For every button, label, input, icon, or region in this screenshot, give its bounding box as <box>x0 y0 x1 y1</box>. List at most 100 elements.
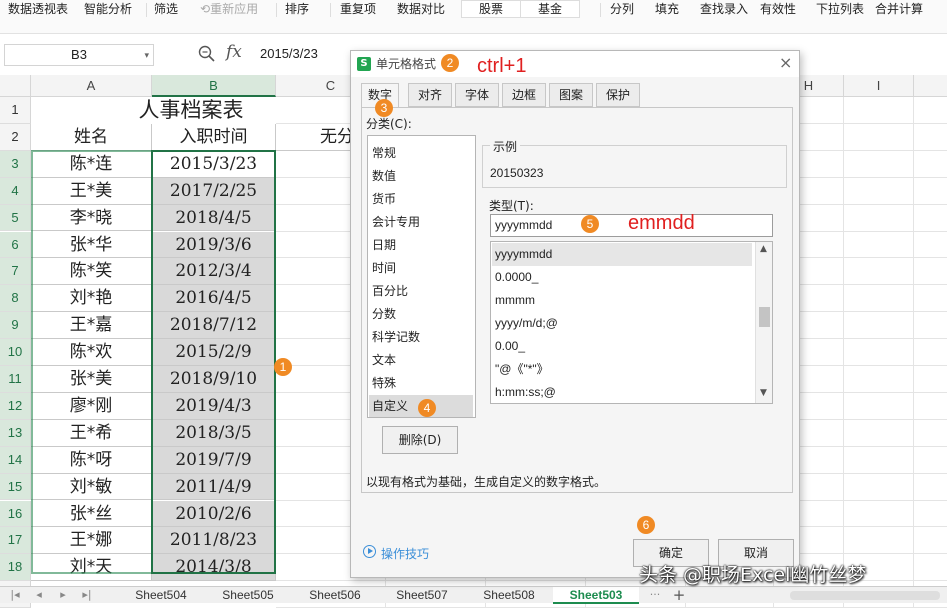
validation-button[interactable]: 有效性 <box>760 0 796 18</box>
more-sheets-icon[interactable]: ··· <box>646 587 664 604</box>
row-header-18[interactable]: 18 <box>0 554 31 582</box>
category-list[interactable]: 常规 数值 货币 会计专用 日期 时间 百分比 分数 科学记数 文本 特殊 自定… <box>367 135 476 418</box>
last-sheet-icon[interactable]: ▸| <box>78 587 96 604</box>
dropdown-list-button[interactable]: 下拉列表 <box>816 0 864 18</box>
row-header-7[interactable]: 7 <box>0 258 31 286</box>
sheet-tab[interactable]: Sheet505 <box>205 587 291 604</box>
category-item[interactable]: 日期 <box>372 234 396 257</box>
tab-border[interactable]: 边框 <box>502 83 546 107</box>
select-all-corner[interactable] <box>0 75 31 97</box>
category-item[interactable]: 常规 <box>372 142 396 165</box>
pivot-table-button[interactable]: 数据透视表 <box>8 0 68 18</box>
format-item[interactable]: mmmm <box>495 289 535 312</box>
stock-button[interactable]: 股票 <box>461 0 521 18</box>
header-cell-name[interactable]: 姓名 <box>31 123 152 151</box>
format-item[interactable]: 0.0000_ <box>495 266 538 289</box>
sort-button[interactable]: 排序 <box>285 0 309 18</box>
scroll-up-icon[interactable]: ▲ <box>760 244 767 254</box>
row-header-8[interactable]: 8 <box>0 285 31 313</box>
category-item[interactable]: 时间 <box>372 257 396 280</box>
reapply-button[interactable]: ⟲重新应用 <box>200 0 258 18</box>
format-item[interactable]: yyyy/m/d;@ <box>495 312 558 335</box>
format-item[interactable]: "@《"*"》 <box>495 358 549 381</box>
category-item[interactable]: 科学记数 <box>372 326 420 349</box>
lookup-entry-button[interactable]: 查找录入 <box>700 0 748 18</box>
add-sheet-icon[interactable]: + <box>670 587 688 604</box>
step-badge: 3 <box>375 99 393 117</box>
zoom-icon[interactable] <box>198 45 216 63</box>
category-item[interactable]: 特殊 <box>372 372 396 395</box>
sheet-tab[interactable]: Sheet508 <box>466 587 552 604</box>
first-sheet-icon[interactable]: |◂ <box>6 587 24 604</box>
row-header-10[interactable]: 10 <box>0 339 31 366</box>
row-header-14[interactable]: 14 <box>0 446 31 474</box>
column-header-b[interactable]: B <box>152 75 276 97</box>
row-header-5[interactable]: 5 <box>0 204 31 232</box>
delete-button[interactable]: 删除(D) <box>382 426 458 454</box>
row-header-6[interactable]: 6 <box>0 231 31 259</box>
row-header-4[interactable]: 4 <box>0 177 31 205</box>
next-sheet-icon[interactable]: ▸ <box>54 587 72 604</box>
category-item[interactable]: 会计专用 <box>372 211 420 234</box>
dialog-titlebar[interactable]: S 单元格格式 × <box>351 51 799 77</box>
category-label: 分类(C): <box>366 117 412 131</box>
row-header-13[interactable]: 13 <box>0 419 31 447</box>
category-item[interactable]: 分数 <box>372 303 396 326</box>
prev-sheet-icon[interactable]: ◂ <box>30 587 48 604</box>
sheet-tab[interactable]: Sheet507 <box>379 587 465 604</box>
tab-pattern[interactable]: 图案 <box>549 83 593 107</box>
category-item[interactable]: 百分比 <box>372 280 408 303</box>
row-header-2[interactable]: 2 <box>0 123 31 151</box>
fx-icon[interactable]: fx <box>226 42 242 62</box>
category-item[interactable]: 文本 <box>372 349 396 372</box>
tips-link[interactable]: 操作技巧 <box>381 545 429 562</box>
tab-alignment[interactable]: 对齐 <box>408 83 452 107</box>
category-item[interactable]: 货币 <box>372 188 396 211</box>
format-list-scrollbar[interactable]: ▲ ▼ <box>755 242 772 403</box>
row-header-16[interactable]: 16 <box>0 500 31 528</box>
format-item[interactable]: 0.00_ <box>495 335 525 358</box>
row-header-15[interactable]: 15 <box>0 473 31 501</box>
row-header-3[interactable]: 3 <box>0 150 31 178</box>
header-cell-date[interactable]: 入职时间 <box>152 123 276 151</box>
step-badge: 5 <box>581 215 599 233</box>
filter-button[interactable]: 筛选 <box>154 0 178 18</box>
step-badge: 6 <box>637 516 655 534</box>
column-header-a[interactable]: A <box>31 75 152 97</box>
scroll-down-icon[interactable]: ▼ <box>760 388 767 398</box>
row-header-9[interactable]: 9 <box>0 312 31 340</box>
fill-button[interactable]: 填充 <box>655 0 679 18</box>
step-badge: 1 <box>274 358 292 376</box>
row-header-1[interactable]: 1 <box>0 97 31 124</box>
grid-line <box>843 97 844 608</box>
sheet-tab-bar: |◂ ◂ ▸ ▸| Sheet504 Sheet505 Sheet506 She… <box>0 586 947 604</box>
format-item[interactable]: h:mm:ss;@ <box>495 381 556 403</box>
selection-border <box>151 150 276 574</box>
sheet-title-cell[interactable]: 人事档案表 <box>31 97 351 124</box>
chevron-down-icon: ▾ <box>144 50 149 60</box>
close-icon[interactable]: × <box>779 54 792 72</box>
scrollbar-thumb[interactable] <box>759 307 770 327</box>
category-item[interactable]: 数值 <box>372 165 396 188</box>
column-header-i[interactable]: I <box>844 75 914 97</box>
sheet-tab[interactable]: Sheet504 <box>118 587 204 604</box>
fund-button[interactable]: 基金 <box>520 0 580 18</box>
tab-font[interactable]: 字体 <box>455 83 499 107</box>
smart-analysis-button[interactable]: 智能分析 <box>84 0 132 18</box>
name-box[interactable]: B3 ▾ <box>4 44 154 66</box>
duplicates-button[interactable]: 重复项 <box>340 0 376 18</box>
row-header-17[interactable]: 17 <box>0 527 31 555</box>
text-to-columns-button[interactable]: 分列 <box>610 0 634 18</box>
format-item-selected[interactable]: yyyymmdd <box>492 243 752 266</box>
play-icon[interactable] <box>363 545 376 558</box>
row-header-12[interactable]: 12 <box>0 392 31 420</box>
row-header-11[interactable]: 11 <box>0 366 31 393</box>
wps-logo-icon: S <box>357 57 371 71</box>
data-compare-button[interactable]: 数据对比 <box>397 0 445 18</box>
sheet-tab-active[interactable]: Sheet503 <box>553 587 639 604</box>
consolidate-button[interactable]: 合并计算 <box>875 0 923 18</box>
horizontal-scrollbar[interactable] <box>790 591 940 600</box>
tab-protection[interactable]: 保护 <box>596 83 640 107</box>
sheet-tab[interactable]: Sheet506 <box>292 587 378 604</box>
format-list[interactable]: yyyymmdd 0.0000_ mmmm yyyy/m/d;@ 0.00_ "… <box>490 241 773 404</box>
